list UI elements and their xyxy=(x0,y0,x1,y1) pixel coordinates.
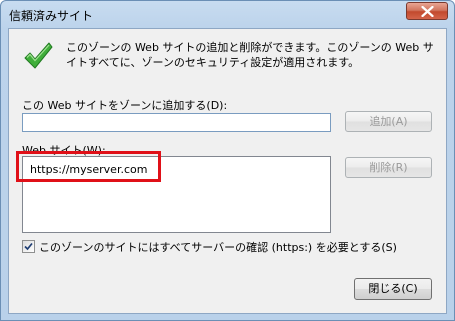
zone-description: このゾーンの Web サイトの追加と削除ができます。このゾーンの Web サイト… xyxy=(66,41,434,69)
remove-button[interactable]: 削除(R) xyxy=(345,157,432,178)
title-bar: 信頼済みサイト xyxy=(1,1,454,28)
window-close-button[interactable] xyxy=(406,2,448,20)
close-button[interactable]: 閉じる(C) xyxy=(354,278,432,300)
trusted-sites-dialog: 信頼済みサイト このゾーンの Web サイトの追加と削除ができます。このゾーンの… xyxy=(0,0,455,321)
add-site-label: この Web サイトをゾーンに追加する(D): xyxy=(22,99,228,112)
dialog-content: このゾーンの Web サイトの追加と削除ができます。このゾーンの Web サイト… xyxy=(8,28,447,314)
checkmark-icon xyxy=(24,242,33,251)
add-button[interactable]: 追加(A) xyxy=(345,111,432,132)
close-x-icon xyxy=(421,6,434,17)
add-site-input[interactable] xyxy=(22,113,331,132)
window-title: 信頼済みサイト xyxy=(9,9,94,23)
require-https-checkbox[interactable] xyxy=(22,240,35,253)
require-https-label: このゾーンのサイトにはすべてサーバーの確認 (https:) を必要とする(S) xyxy=(39,241,397,254)
highlight-annotation xyxy=(16,151,161,182)
green-checkmark-icon xyxy=(24,42,53,69)
